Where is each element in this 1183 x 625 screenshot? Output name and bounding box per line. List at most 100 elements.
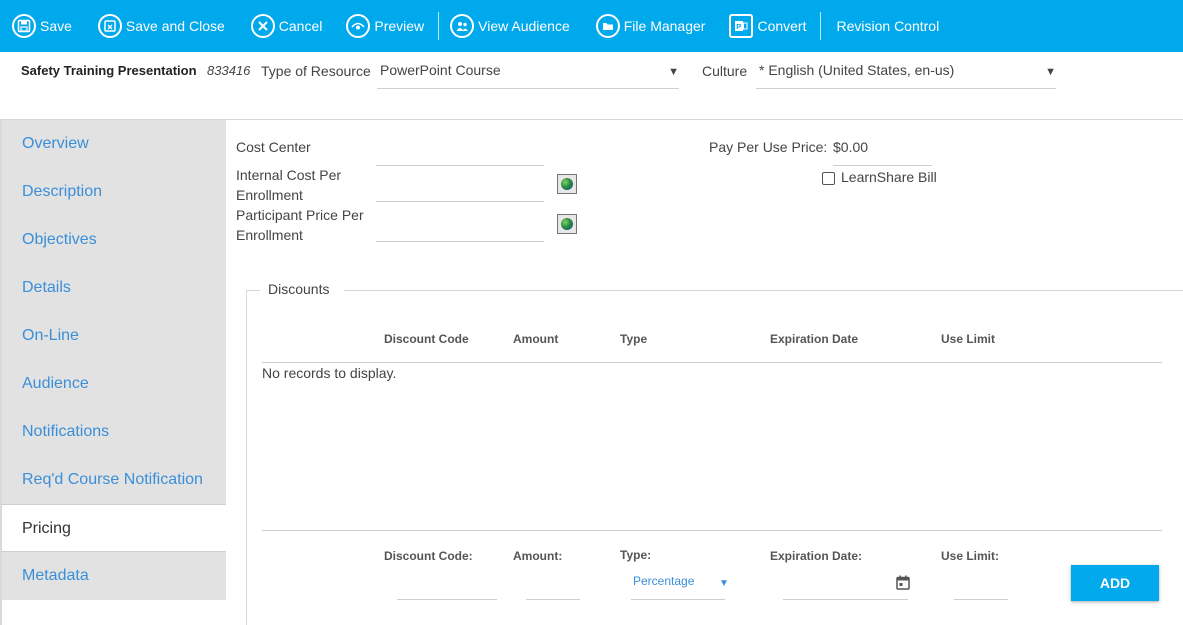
participant-price-input[interactable] [376, 241, 544, 242]
type-of-resource-value: PowerPoint Course [380, 62, 501, 78]
close-icon [250, 14, 275, 38]
users-icon [450, 14, 475, 38]
sidebar-item-label: On-Line [22, 327, 79, 344]
pay-per-use-label: Pay Per Use Price: [709, 139, 828, 155]
grid-header-divider [262, 362, 1162, 363]
save-button[interactable]: Save [12, 0, 72, 52]
sidebar-item-on-line[interactable]: On-Line [2, 312, 226, 360]
fieldset-border [246, 290, 260, 291]
sidebar-item-audience[interactable]: Audience [2, 360, 226, 408]
fieldset-border [344, 290, 1183, 291]
sidebar-item-reqd-course-notification[interactable]: Req'd Course Notification [2, 456, 226, 504]
toolbar: Save Save and Close Cancel Preview View … [0, 0, 1183, 52]
course-id: 833416 [207, 63, 251, 78]
convert-label: Convert [757, 18, 807, 34]
sidebar-item-label: Pricing [22, 520, 71, 537]
floppy-disk-icon [12, 14, 36, 38]
sidebar-item-label: Metadata [22, 567, 89, 584]
culture-value: * English (United States, en-us) [759, 62, 955, 78]
preview-button[interactable]: Preview [346, 0, 424, 52]
expiration-date-input[interactable] [783, 599, 908, 600]
no-records-message: No records to display. [262, 365, 397, 381]
toolbar-divider [438, 12, 440, 40]
type-of-resource-select[interactable]: PowerPoint Course ▼ [377, 62, 679, 89]
revision-control-label: Revision Control [836, 18, 940, 34]
toolbar-divider [820, 12, 822, 40]
file-manager-label: File Manager [623, 18, 706, 34]
type-label: Type: [620, 548, 652, 562]
convert-button[interactable]: P Convert [729, 0, 806, 52]
participant-price-label: Participant Price Per [236, 207, 364, 223]
sidebar-item-label: Audience [22, 375, 89, 392]
learnshare-bill-label: LearnShare Bill [841, 169, 937, 185]
amount-label: Amount: [513, 549, 563, 563]
sidebar-item-description[interactable]: Description [2, 168, 226, 216]
sidebar-item-label: Notifications [22, 423, 110, 440]
pay-per-use-underline [833, 165, 932, 166]
type-of-resource-label: Type of Resource [261, 63, 371, 79]
column-header-use-limit[interactable]: Use Limit [941, 332, 995, 346]
sidebar-item-metadata[interactable]: Metadata [2, 552, 226, 600]
svg-text:P: P [737, 22, 742, 31]
discounts-legend: Discounts [268, 281, 330, 297]
course-header: Safety Training Presentation 833416 Type… [0, 52, 1183, 120]
globe-icon[interactable] [557, 214, 577, 234]
pay-per-use-input[interactable]: $0.00 [833, 137, 868, 157]
cancel-button[interactable]: Cancel [250, 0, 323, 52]
discount-code-input[interactable] [397, 599, 497, 600]
sidebar: Overview Description Objectives Details … [2, 120, 226, 600]
cancel-label: Cancel [278, 18, 323, 34]
sidebar-item-label: Req'd Course Notification [22, 471, 203, 488]
save-close-icon [97, 14, 122, 38]
save-label: Save [40, 18, 72, 34]
sidebar-item-objectives[interactable]: Objectives [2, 216, 226, 264]
culture-label: Culture [702, 63, 748, 79]
view-audience-label: View Audience [478, 18, 570, 34]
chevron-down-icon: ▼ [668, 66, 679, 78]
internal-cost-label-line2: Enrollment [236, 187, 303, 203]
learnshare-bill-checkbox[interactable] [822, 172, 835, 185]
file-manager-button[interactable]: File Manager [595, 0, 706, 52]
sidebar-item-notifications[interactable]: Notifications [2, 408, 226, 456]
discount-code-label: Discount Code: [384, 549, 473, 563]
course-title: Safety Training Presentation [21, 63, 197, 78]
culture-select[interactable]: * English (United States, en-us) ▼ [756, 62, 1056, 89]
save-and-close-button[interactable]: Save and Close [97, 0, 225, 52]
use-limit-label: Use Limit: [941, 549, 1000, 563]
chevron-down-icon: ▼ [1045, 66, 1056, 78]
sidebar-item-pricing[interactable]: Pricing [2, 504, 226, 552]
sidebar-item-label: Description [22, 183, 103, 200]
type-select-value[interactable]: Percentage [633, 574, 694, 588]
globe-icon[interactable] [557, 174, 577, 194]
folder-icon [595, 14, 620, 38]
powerpoint-icon: P [729, 14, 754, 38]
revision-control-button[interactable]: Revision Control [836, 0, 939, 52]
sidebar-item-label: Objectives [22, 231, 97, 248]
amount-input[interactable] [526, 599, 580, 600]
column-header-expiration-date[interactable]: Expiration Date [770, 332, 858, 346]
eye-icon [346, 14, 371, 38]
column-header-type[interactable]: Type [620, 332, 647, 346]
sidebar-item-label: Details [22, 279, 71, 296]
column-header-amount[interactable]: Amount [513, 332, 558, 346]
grid-footer-divider [262, 530, 1162, 531]
fieldset-border [246, 290, 247, 625]
sidebar-item-details[interactable]: Details [2, 264, 226, 312]
expiration-date-label: Expiration Date: [770, 549, 863, 563]
cost-center-label: Cost Center [236, 139, 311, 155]
add-discount-button[interactable]: ADD [1071, 565, 1159, 601]
chevron-down-icon[interactable]: ▼ [719, 578, 729, 589]
internal-cost-input[interactable] [376, 201, 544, 202]
cost-center-input[interactable] [376, 165, 544, 166]
preview-label: Preview [374, 18, 425, 34]
internal-cost-label: Internal Cost Per [236, 167, 342, 183]
column-header-discount-code[interactable]: Discount Code [384, 332, 469, 346]
save-and-close-label: Save and Close [125, 18, 225, 34]
sidebar-item-label: Overview [22, 135, 89, 152]
sidebar-item-overview[interactable]: Overview [2, 120, 226, 168]
view-audience-button[interactable]: View Audience [450, 0, 570, 52]
type-select[interactable] [631, 599, 725, 600]
participant-price-label-line2: Enrollment [236, 227, 303, 243]
calendar-icon[interactable] [896, 575, 910, 590]
use-limit-input[interactable] [954, 599, 1008, 600]
